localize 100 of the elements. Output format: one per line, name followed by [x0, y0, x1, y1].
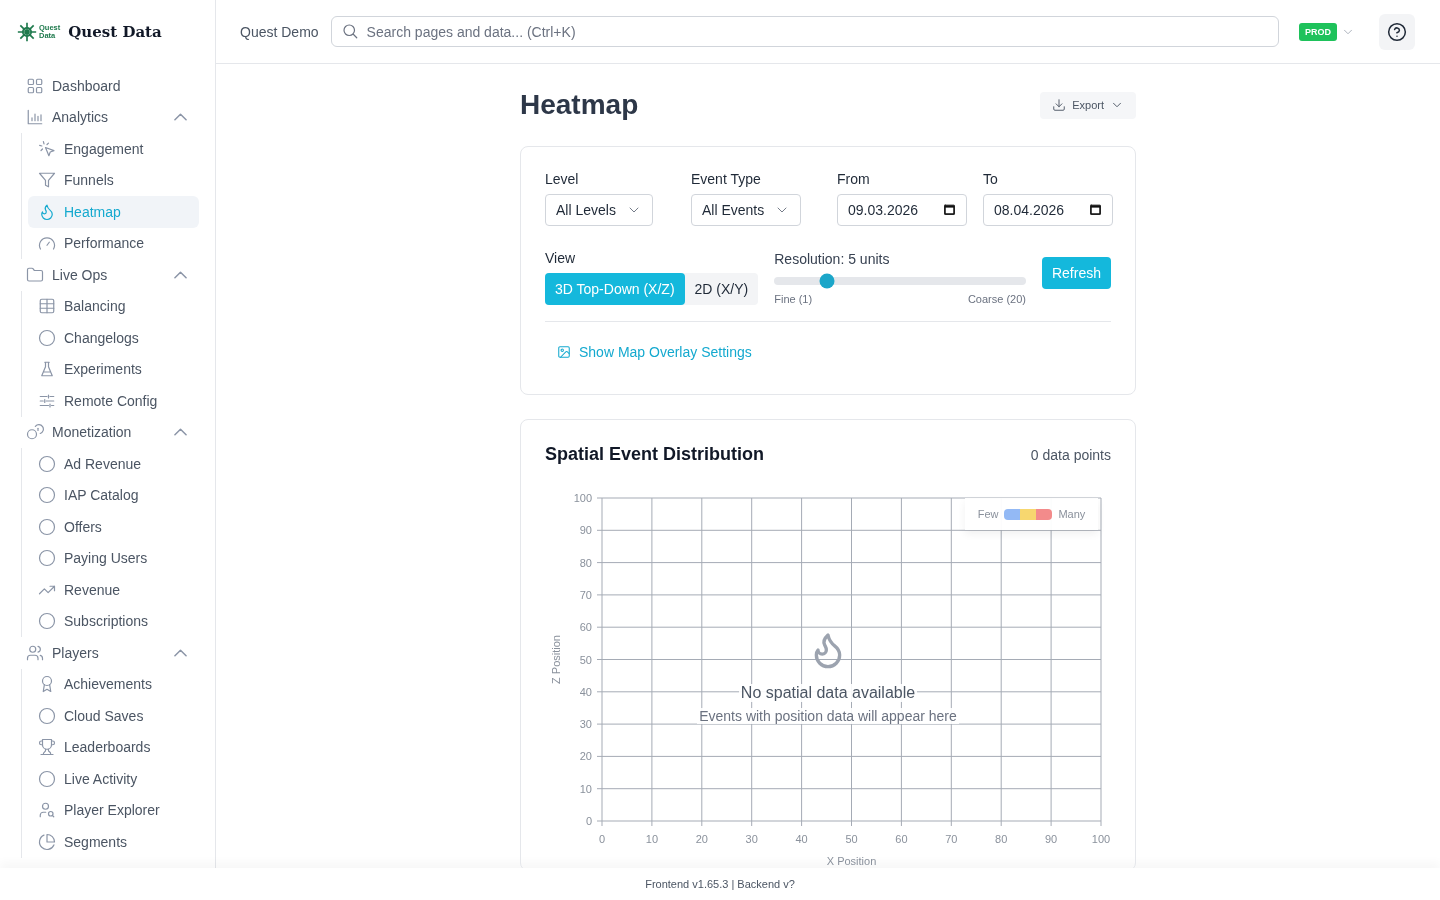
funnel-icon — [38, 171, 56, 190]
export-button[interactable]: Export — [1040, 91, 1136, 119]
calendar-icon — [1088, 202, 1103, 217]
coins-icon — [26, 423, 44, 442]
field-label: Event Type — [691, 171, 761, 187]
search-field[interactable]: Search pages and data... (Ctrl+K) — [330, 16, 1279, 47]
nav-item[interactable]: Dashboard — [10, 70, 199, 102]
nav-group[interactable]: Live Ops — [10, 259, 199, 291]
circle-icon — [38, 454, 56, 473]
chevron-icon[interactable] — [174, 270, 187, 279]
folder-icon — [26, 265, 44, 284]
nav-group[interactable]: Analytics — [10, 101, 199, 133]
gauge-icon — [38, 234, 56, 253]
nav-item[interactable]: Offers — [28, 511, 199, 543]
dropdown[interactable]: All Events — [691, 194, 802, 226]
trophy-icon — [38, 738, 56, 757]
circle-icon — [38, 486, 56, 505]
flask-icon — [38, 360, 56, 379]
nav-item[interactable]: Player Explorer — [28, 794, 199, 826]
dropdown[interactable]: All Levels — [545, 194, 653, 226]
y-axis-label: Z Position — [550, 635, 562, 684]
search-icon — [340, 22, 359, 40]
tick-label: 0 — [598, 833, 606, 845]
sliders-icon — [38, 391, 56, 410]
nav-item[interactable]: Leaderboards — [28, 731, 199, 763]
table-icon — [38, 297, 56, 316]
help-icon — [1387, 21, 1407, 42]
nav-item[interactable]: Balancing — [28, 290, 199, 322]
nav-item[interactable]: Segments — [28, 826, 199, 858]
nav-group[interactable]: Monetization — [10, 416, 199, 448]
field-label: Level — [545, 171, 579, 187]
x-axis-label: X Position — [826, 855, 877, 867]
nav-item[interactable]: Performance — [28, 227, 199, 259]
tick-label: 70 — [579, 588, 592, 601]
brand-name: Quest Data — [68, 23, 162, 41]
user-search-icon — [38, 801, 56, 820]
chevron-icon[interactable] — [174, 113, 187, 122]
pie-chart-icon — [38, 832, 56, 851]
download-icon — [1052, 98, 1067, 112]
date-field[interactable]: 09.03.2026 — [837, 194, 967, 226]
nav-item[interactable]: Subscriptions — [28, 605, 199, 637]
calendar-icon — [942, 202, 957, 217]
legend-high-label: Many — [1058, 508, 1086, 520]
nav-item[interactable]: Engagement — [28, 133, 199, 165]
tick-label: 100 — [1091, 833, 1111, 845]
nav-item[interactable]: Cloud Saves — [28, 700, 199, 732]
version-info: Frontend v1.65.3 | Backend v? — [645, 878, 795, 890]
tick-label: 80 — [995, 833, 1008, 845]
circle-icon — [38, 706, 56, 725]
help-button[interactable] — [1379, 13, 1415, 50]
circle-icon — [38, 549, 56, 568]
nav-item[interactable]: Experiments — [28, 353, 199, 385]
pointer-icon — [38, 139, 56, 158]
tick-label: 80 — [579, 556, 592, 569]
compass-logo-icon — [17, 22, 37, 42]
tick-label: 0 — [585, 815, 592, 827]
tick-label: 90 — [579, 524, 592, 537]
tick-label: 30 — [579, 718, 592, 731]
view-toggle[interactable]: 2D (X/Y) — [684, 273, 759, 305]
field-label: View — [545, 250, 577, 266]
tick-label: 20 — [695, 833, 708, 845]
bar-chart-icon — [26, 108, 44, 127]
tick-label: 40 — [795, 833, 808, 845]
slider-thumb[interactable] — [819, 273, 835, 289]
chart-title: Spatial Event Distribution — [545, 444, 765, 465]
date-field[interactable]: 08.04.2026 — [983, 194, 1113, 226]
slider-max-label: Coarse (20) — [967, 293, 1026, 305]
nav-item[interactable]: Changelogs — [28, 322, 199, 354]
image-icon — [557, 345, 571, 359]
tick-label: 100 — [573, 492, 592, 504]
tick-label: 60 — [895, 833, 908, 845]
color-scale — [1004, 508, 1053, 520]
chevron-icon[interactable] — [174, 648, 187, 657]
empty-state-text: Events with position data will appear here — [697, 708, 959, 724]
nav-item[interactable]: Live Activity — [28, 763, 199, 795]
project-name[interactable]: Quest Demo — [240, 23, 319, 40]
tick-label: 10 — [645, 833, 659, 845]
nav-group[interactable]: Players — [10, 637, 199, 669]
chevron-icon[interactable] — [174, 428, 187, 437]
field-label: To — [983, 171, 998, 187]
tick-label: 10 — [579, 782, 592, 795]
slider-min-label: Fine (1) — [774, 293, 813, 305]
nav-item[interactable]: Achievements — [28, 668, 199, 700]
nav-item[interactable]: Ad Revenue — [28, 448, 199, 480]
tick-label: 50 — [845, 833, 858, 845]
empty-state-title: No spatial data available — [738, 684, 918, 702]
legend-low-label: Few — [977, 508, 999, 520]
nav-item[interactable]: Paying Users — [28, 542, 199, 574]
circle-icon — [38, 612, 56, 631]
nav-item[interactable]: Funnels — [28, 164, 199, 196]
nav-item[interactable]: IAP Catalog — [28, 479, 199, 511]
tick-label: 90 — [1045, 833, 1058, 845]
circle-icon — [38, 517, 56, 536]
nav-item[interactable]: Remote Config — [28, 385, 199, 417]
nav-item[interactable]: Revenue — [28, 574, 199, 606]
users-icon — [26, 643, 44, 662]
circle-icon — [38, 769, 56, 788]
tick-label: 40 — [579, 685, 592, 698]
field-label: From — [837, 171, 870, 187]
tick-label: 50 — [579, 653, 592, 666]
